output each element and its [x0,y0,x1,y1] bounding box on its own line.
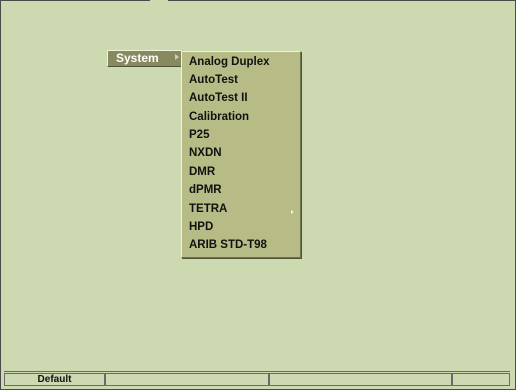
menu-item-p25[interactable]: P25 [189,126,295,144]
system-submenu: Analog Duplex AutoTest AutoTest II Calib… [181,51,301,258]
status-bar: Default [4,371,510,387]
system-menu-button[interactable]: System [107,50,183,67]
menu-item-hpd[interactable]: HPD [189,218,295,236]
menu-item-tetra[interactable]: TETRA [189,200,295,218]
menu-item-arib-std-t98[interactable]: ARIB STD-T98 [189,236,295,254]
top-gap [150,0,168,1]
menu-item-dpmr[interactable]: dPMR [189,181,295,199]
status-cell-2 [105,373,269,386]
system-menu-label: System [116,51,159,65]
menu-item-calibration[interactable]: Calibration [189,108,295,126]
menu-item-autotest-ii[interactable]: AutoTest II [189,89,295,107]
status-cell-4 [452,373,510,386]
menu-item-autotest[interactable]: AutoTest [189,71,295,89]
tetra-submenu-arrow-icon [291,210,294,214]
status-cell-3 [269,373,452,386]
status-cell-default: Default [4,373,105,386]
menu-item-analog-duplex[interactable]: Analog Duplex [189,53,295,71]
menu-item-nxdn[interactable]: NXDN [189,144,295,162]
menu-item-dmr[interactable]: DMR [189,163,295,181]
submenu-arrow-icon [175,54,179,60]
